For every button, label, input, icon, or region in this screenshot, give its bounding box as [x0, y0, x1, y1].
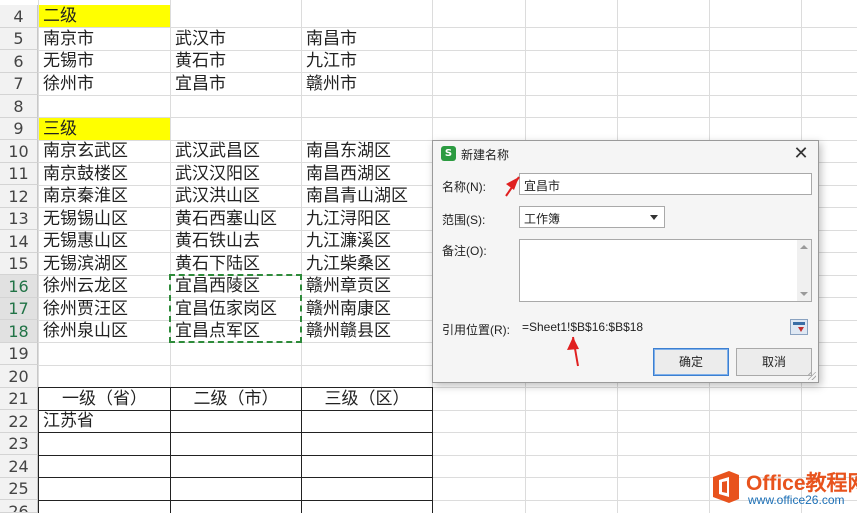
cell-a5[interactable]: 南京市: [39, 28, 94, 50]
row-header[interactable]: 26: [0, 500, 38, 513]
comment-scrollbar[interactable]: [797, 240, 811, 301]
office-logo-icon: [713, 471, 739, 503]
table-divider: [38, 455, 433, 456]
row-header[interactable]: 18: [0, 320, 38, 343]
cell-c14[interactable]: 九江濂溪区: [302, 230, 391, 253]
cell-c7[interactable]: 赣州市: [302, 73, 357, 95]
row-header[interactable]: 14: [0, 230, 38, 253]
grid-line: [38, 72, 857, 73]
table-divider: [38, 432, 433, 433]
scroll-up-icon[interactable]: [800, 245, 808, 249]
scroll-down-icon[interactable]: [800, 292, 808, 296]
row-header[interactable]: 6: [0, 50, 38, 73]
cell-c10[interactable]: 南昌东湖区: [302, 140, 391, 163]
cell-c17[interactable]: 赣州南康区: [302, 298, 391, 320]
ref-input[interactable]: =Sheet1!$B$16:$B$18: [519, 317, 792, 337]
new-name-dialog: S 新建名称 ✕ 名称(N): 宜昌市 范围(S): 工作簿 备注(O): 引用…: [432, 140, 819, 383]
name-input[interactable]: 宜昌市: [519, 173, 812, 195]
ref-label: 引用位置(R):: [442, 323, 510, 337]
row-header[interactable]: 19: [0, 343, 38, 365]
cell-c5[interactable]: 南昌市: [302, 28, 357, 50]
grid-line: [38, 50, 857, 51]
cell-c11[interactable]: 南昌西湖区: [302, 163, 391, 185]
comment-textarea[interactable]: [519, 239, 812, 302]
table-divider: [38, 477, 433, 478]
watermark-url: www.office26.com: [748, 493, 845, 507]
comment-label: 备注(O):: [442, 244, 487, 258]
cell-c13[interactable]: 九江浔阳区: [302, 208, 391, 230]
cell-b10[interactable]: 武汉武昌区: [171, 140, 260, 163]
row-header[interactable]: 5: [0, 28, 38, 50]
cell-c18[interactable]: 赣州赣县区: [302, 320, 391, 343]
cell-c16[interactable]: 赣州章贡区: [302, 275, 391, 298]
row-header[interactable]: 17: [0, 298, 38, 320]
row-header[interactable]: 23: [0, 433, 38, 455]
cancel-button[interactable]: 取消: [736, 348, 812, 376]
cell-c6[interactable]: 九江市: [302, 50, 357, 73]
cell-a10[interactable]: 南京玄武区: [39, 140, 128, 163]
row-header[interactable]: 21: [0, 388, 38, 410]
cell-a11[interactable]: 南京鼓楼区: [39, 163, 128, 185]
cell-a7[interactable]: 徐州市: [39, 73, 94, 95]
cell-a6[interactable]: 无锡市: [39, 50, 94, 73]
cell-c12[interactable]: 南昌青山湖区: [302, 185, 408, 208]
cell-b13[interactable]: 黄石西塞山区: [171, 208, 277, 230]
row-header[interactable]: 11: [0, 163, 38, 185]
dialog-title: 新建名称: [461, 148, 510, 162]
table-divider: [38, 410, 433, 411]
cell-b6[interactable]: 黄石市: [171, 50, 226, 73]
grid-line: [38, 27, 857, 28]
row-header[interactable]: 10: [0, 140, 38, 163]
cell-b12[interactable]: 武汉洪山区: [171, 185, 260, 208]
cell-a17[interactable]: 徐州贾汪区: [39, 298, 128, 320]
cell-a21[interactable]: 一级（省）: [39, 388, 170, 410]
copy-marquee: [169, 274, 302, 343]
name-label: 名称(N):: [442, 180, 486, 194]
row-header[interactable]: 4: [0, 5, 38, 28]
row-header[interactable]: 12: [0, 185, 38, 208]
row-header[interactable]: 15: [0, 253, 38, 275]
scope-label: 范围(S):: [442, 213, 486, 227]
cell-a15[interactable]: 无锡滨湖区: [39, 253, 128, 275]
cell-a9[interactable]: 三级: [39, 118, 170, 140]
cell-a22[interactable]: 江苏省: [39, 410, 94, 433]
cell-a4[interactable]: 二级: [39, 5, 170, 27]
row-header[interactable]: 24: [0, 455, 38, 478]
cell-b5[interactable]: 武汉市: [171, 28, 226, 50]
cell-a18[interactable]: 徐州泉山区: [39, 320, 128, 343]
cell-b15[interactable]: 黄石下陆区: [171, 253, 260, 275]
resize-grip-icon[interactable]: [808, 372, 816, 380]
row-header[interactable]: 16: [0, 275, 38, 298]
watermark: Office教程网 www.office26.com: [708, 466, 857, 513]
range-picker-icon[interactable]: [790, 319, 808, 335]
cell-b14[interactable]: 黄石铁山去: [171, 230, 260, 253]
cell-a14[interactable]: 无锡惠山区: [39, 230, 128, 253]
grid-line: [38, 95, 857, 96]
wps-spreadsheet-icon: S: [441, 146, 456, 161]
dialog-titlebar[interactable]: S 新建名称 ✕: [433, 141, 818, 167]
cell-a16[interactable]: 徐州云龙区: [39, 275, 128, 298]
cell-a12[interactable]: 南京秦淮区: [39, 185, 128, 208]
cell-a13[interactable]: 无锡锡山区: [39, 208, 128, 230]
chevron-down-icon: [650, 215, 658, 220]
row-header[interactable]: 20: [0, 365, 38, 388]
row-header[interactable]: 22: [0, 410, 38, 433]
cell-b7[interactable]: 宜昌市: [171, 73, 226, 95]
row-header[interactable]: 13: [0, 208, 38, 230]
close-icon[interactable]: ✕: [792, 143, 810, 164]
table-divider: [38, 500, 433, 501]
cell-c21[interactable]: 三级（区）: [302, 388, 432, 410]
scope-value: 工作簿: [524, 212, 561, 226]
cell-c15[interactable]: 九江柴桑区: [302, 253, 391, 275]
ok-button[interactable]: 确定: [653, 348, 729, 376]
row-header[interactable]: 7: [0, 73, 38, 95]
scope-select[interactable]: 工作簿: [519, 206, 665, 228]
cell-b21[interactable]: 二级（市）: [171, 388, 301, 410]
row-header[interactable]: 25: [0, 478, 38, 500]
cell-b11[interactable]: 武汉汉阳区: [171, 163, 260, 185]
row-header[interactable]: 9: [0, 118, 38, 140]
row-header[interactable]: 8: [0, 95, 38, 118]
